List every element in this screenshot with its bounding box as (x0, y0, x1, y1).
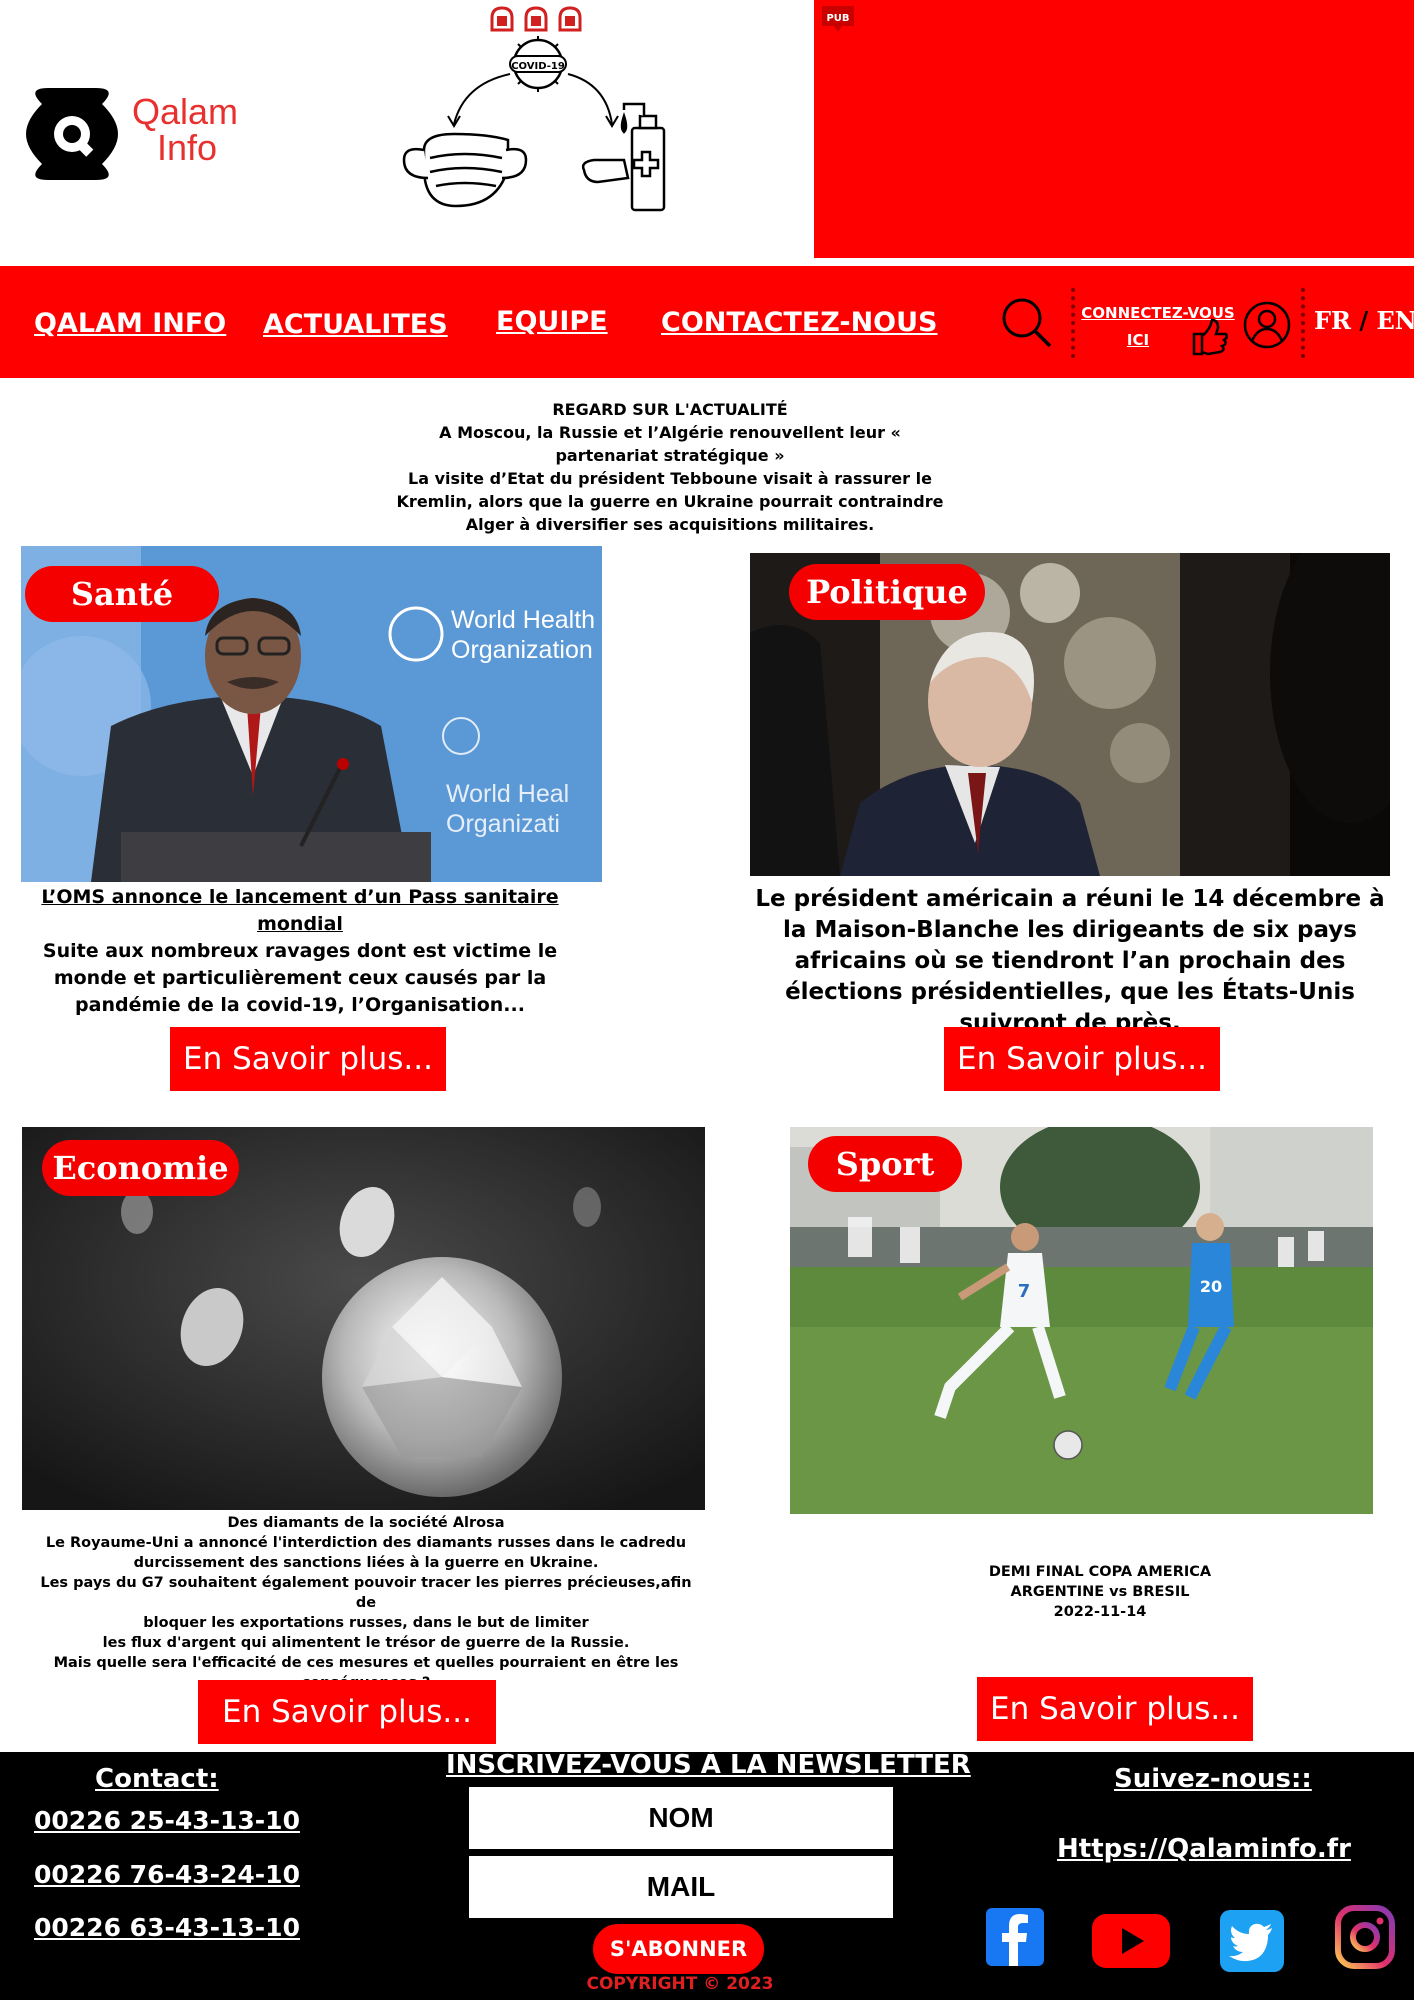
jersey-number-20: 20 (1200, 1277, 1222, 1296)
economie-text-line-6: les flux d'argent qui alimentent le trés… (102, 1635, 630, 1651)
sport-read-more-button[interactable]: En Savoir plus... (977, 1677, 1253, 1741)
user-icon[interactable] (1243, 301, 1291, 349)
lang-en[interactable]: EN (1376, 306, 1414, 335)
economie-text-line-2: Le Royaume-Uni a annoncé l'interdiction … (45, 1535, 687, 1551)
phone-link-3[interactable]: 00226 63-43-13-10 (34, 1913, 300, 1942)
photo-text-who-1: World Health (451, 606, 595, 634)
mask-icon (402, 132, 528, 208)
sport-text-line-1: DEMI FINAL COPA AMERICA (988, 1564, 1212, 1580)
ad-label: PUB (826, 13, 849, 24)
economie-text-line-5: bloquer les exportations russes, dans le… (143, 1615, 589, 1631)
newsletter-title: INSCRIVEZ-VOUS À LA NEWSLETTER (446, 1750, 971, 1780)
search-icon[interactable] (1000, 296, 1054, 350)
nav-link-actualites[interactable]: ACTUALITES (263, 309, 448, 340)
phone-link-2[interactable]: 00226 76-43-24-10 (34, 1860, 300, 1889)
facebook-icon[interactable] (986, 1908, 1044, 1966)
youtube-icon[interactable] (1092, 1914, 1170, 1968)
economie-article-text[interactable]: Des diamants de la société Alrosa Le Roy… (40, 1513, 692, 1693)
subscribe-button[interactable]: S'ABONNER (593, 1924, 764, 1974)
sante-read-more-button[interactable]: En Savoir plus... (170, 1027, 446, 1091)
nav-link-contactez-nous[interactable]: CONTACTEZ-NOUS (661, 307, 938, 338)
logo-text-2: Info (157, 127, 217, 168)
economie-text-line-7: Mais quelle sera l'efficacité de ces mes… (53, 1655, 679, 1671)
category-badge-sante[interactable]: Santé (25, 566, 219, 622)
headline-kicker: REGARD SUR L'ACTUALITÉ (552, 400, 788, 419)
category-badge-politique[interactable]: Politique (789, 564, 985, 620)
football-icon (1053, 1430, 1083, 1460)
lang-separator: / (1359, 306, 1369, 335)
newsletter-email-field[interactable] (469, 1856, 893, 1918)
sport-text-line-3: 2022-11-14 (1053, 1604, 1147, 1620)
sante-article-title[interactable]: L’OMS annonce le lancement d’un Pass san… (40, 884, 560, 938)
sante-article-text[interactable]: L’OMS annonce le lancement d’un Pass san… (40, 884, 560, 1019)
ad-banner[interactable]: PUB (814, 0, 1414, 258)
logo-mark-icon: Qalam Info (26, 88, 238, 180)
category-badge-sport[interactable]: Sport (808, 1136, 962, 1192)
sport-photo[interactable]: 7 20 Sport (790, 1127, 1373, 1514)
thumbs-up-icon[interactable] (1190, 316, 1230, 356)
nav-divider (1071, 288, 1075, 358)
sante-article-summary: Suite aux nombreux ravages dont est vict… (42, 940, 558, 1016)
covid-label: COVID-19 (511, 61, 565, 72)
newsletter-name-field[interactable] (469, 1787, 893, 1849)
headline-title: A Moscou, la Russie et l’Algérie renouve… (439, 423, 901, 465)
logo-text-1: Qalam (132, 91, 238, 132)
economie-text-line-3: durcissement des sanctions liées à la gu… (133, 1555, 599, 1571)
site-logo[interactable]: Qalam Info (22, 84, 262, 184)
nav-link-qalam-info[interactable]: QALAM INFO (34, 308, 226, 339)
featured-headline[interactable]: REGARD SUR L'ACTUALITÉ A Moscou, la Russ… (370, 398, 970, 536)
ad-badge: PUB (820, 4, 856, 34)
lang-fr[interactable]: FR (1314, 306, 1351, 335)
photo-text-who-3: World Heal (446, 780, 569, 808)
economie-text-line-1: Des diamants de la société Alrosa (227, 1515, 505, 1531)
politique-photo[interactable]: Politique (750, 553, 1390, 876)
contact-title: Contact: (95, 1764, 219, 1794)
covid-illustration: COVID-19 (398, 0, 680, 216)
nav-link-equipe[interactable]: EQUIPE (496, 306, 608, 337)
site-footer: Contact: 00226 25-43-13-10 00226 76-43-2… (0, 1750, 1414, 2000)
category-badge-economie[interactable]: Economie (42, 1140, 239, 1196)
instagram-icon[interactable] (1334, 1904, 1396, 1970)
diamond-icon (322, 1257, 562, 1497)
politique-read-more-button[interactable]: En Savoir plus... (944, 1027, 1220, 1091)
website-link[interactable]: Https://Qalaminfo.fr (1057, 1834, 1351, 1864)
headline-summary: La visite d’Etat du président Tebboune v… (396, 469, 944, 534)
photo-text-who-4: Organizati (446, 810, 560, 838)
twitter-icon[interactable] (1220, 1910, 1284, 1972)
sport-text-line-2: ARGENTINE vs BRESIL (1010, 1584, 1190, 1600)
nav-divider-2 (1301, 288, 1305, 358)
main-navbar: QALAM INFO ACTUALITES EQUIPE CONTACTEZ-N… (0, 266, 1414, 378)
economie-photo[interactable]: Economie (22, 1127, 705, 1510)
sport-article-text[interactable]: DEMI FINAL COPA AMERICA ARGENTINE vs BRE… (880, 1562, 1320, 1622)
economie-text-line-4: Les pays du G7 souhaitent également pouv… (40, 1575, 692, 1611)
language-switcher: FR / EN (1314, 306, 1414, 335)
sante-photo[interactable]: World Health Organization World Heal Org… (21, 546, 602, 882)
copyright-text: COPYRIGHT © 2023 (586, 1974, 774, 1994)
hand-sanitizer-icon (581, 102, 666, 212)
jersey-number-7: 7 (1018, 1281, 1031, 1302)
follow-us-title: Suivez-nous:: (1114, 1764, 1312, 1794)
photo-text-who-2: Organization (451, 636, 593, 664)
economie-read-more-button[interactable]: En Savoir plus... (198, 1680, 496, 1744)
phone-link-1[interactable]: 00226 25-43-13-10 (34, 1806, 300, 1835)
politique-article-summary[interactable]: Le président américain a réuni le 14 déc… (744, 884, 1396, 1039)
